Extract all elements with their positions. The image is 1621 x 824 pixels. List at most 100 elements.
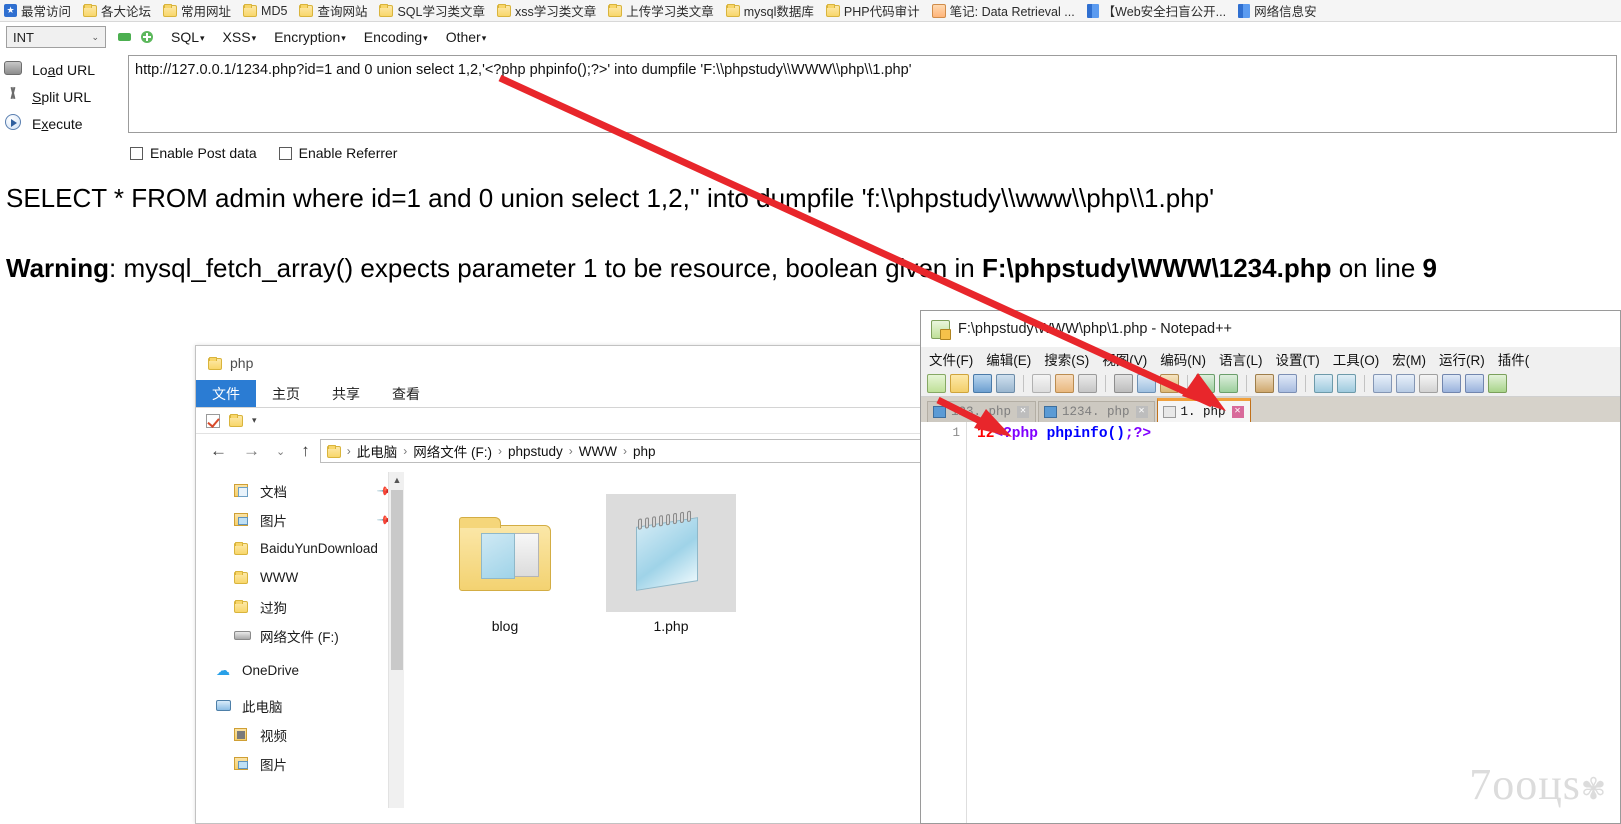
paste-icon[interactable] [1160,374,1179,393]
nav-item-onedrive[interactable]: ☁ OneDrive [196,656,404,685]
properties-icon[interactable] [206,413,220,428]
nav-item-guogou[interactable]: 过狗 [196,592,404,621]
scroll-up-icon[interactable]: ▲ [389,472,405,488]
nav-item-videos[interactable]: 视频 [196,720,404,749]
menu-encryption[interactable]: Encryption▾ [274,29,346,45]
ribbon-tab-share[interactable]: 共享 [316,380,376,407]
breadcrumb-item-0[interactable]: 此电脑 [357,441,398,461]
nav-pane-scrollbar[interactable]: ▲ [388,472,404,808]
menu-file[interactable]: 文件(F) [929,349,973,369]
breadcrumb-item-1[interactable]: 网络文件 (F:) [413,441,492,461]
sync-scroll-v-icon[interactable] [1373,374,1392,393]
bookmark-item[interactable]: ★ 最常访问 [4,1,71,21]
new-folder-icon[interactable] [229,414,243,427]
nav-item-documents[interactable]: 文档 📌 [196,476,404,505]
editor-tab-123php[interactable]: 123. php ✕ [927,401,1037,422]
enable-post-data-checkbox[interactable]: Enable Post data [130,145,257,161]
menu-edit[interactable]: 编辑(E) [986,349,1031,369]
print-icon[interactable] [1078,374,1097,393]
menu-search[interactable]: 搜索(S) [1044,349,1089,369]
nav-item-pictures[interactable]: 图片 📌 [196,505,404,534]
bookmark-item[interactable]: 各大论坛 [83,1,151,21]
breadcrumb-item-4[interactable]: php [633,444,656,459]
sql-echo-line: SELECT * FROM admin where id=1 and 0 uni… [6,183,1215,213]
close-icon[interactable]: ✕ [1135,406,1148,418]
new-file-icon[interactable] [927,374,946,393]
bookmark-item[interactable]: 常用网址 [163,1,231,21]
find-icon[interactable] [1255,374,1274,393]
menu-run[interactable]: 运行(R) [1439,349,1485,369]
cut-icon[interactable] [1114,374,1133,393]
bookmark-item[interactable]: mysql数据库 [725,1,814,21]
bookmark-item[interactable]: 网络信息安 [1238,1,1317,21]
menu-plugins[interactable]: 插件( [1498,349,1530,369]
menu-xss[interactable]: XSS▾ [223,29,257,45]
file-item-1php[interactable]: 1.php [606,494,736,808]
menu-sql[interactable]: SQL▾ [171,29,205,45]
menu-encoding[interactable]: 编码(N) [1160,349,1206,369]
up-button[interactable]: ↑ [301,441,310,461]
editor-tab-1php[interactable]: 1. php ✕ [1156,398,1251,422]
file-item-blog[interactable]: blog [440,494,570,808]
execute-button[interactable]: Execute [0,110,128,137]
bookmark-item[interactable]: MD5 [243,1,287,21]
chevron-down-icon[interactable]: ▾ [252,415,257,426]
type-select[interactable]: INT ⌄ [6,26,106,48]
bookmark-item[interactable]: 笔记: Data Retrieval ... [931,1,1075,21]
save-all-icon[interactable] [996,374,1015,393]
enable-referrer-checkbox[interactable]: Enable Referrer [278,145,397,161]
bookmark-item[interactable]: xss学习类文章 [496,1,596,21]
bookmark-item[interactable]: 查询网站 [299,1,367,21]
menu-tools[interactable]: 工具(O) [1333,349,1380,369]
back-button[interactable]: ← [210,441,227,461]
redo-icon[interactable] [1219,374,1238,393]
nav-item-network-drive-f[interactable]: 网络文件 (F:) [196,621,404,650]
menu-language[interactable]: 语言(L) [1219,349,1263,369]
scrollbar-thumb[interactable] [391,490,403,670]
menu-encoding[interactable]: Encoding▾ [364,29,428,45]
menu-macro[interactable]: 宏(M) [1392,349,1426,369]
remove-button[interactable] [118,33,131,41]
zoom-in-icon[interactable] [1314,374,1333,393]
word-wrap-icon[interactable] [1419,374,1438,393]
nav-item-pictures-2[interactable]: 图片 [196,749,404,778]
breadcrumb-item-3[interactable]: WWW [579,444,617,459]
editor-tab-1234php[interactable]: 1234. php ✕ [1038,401,1155,422]
breadcrumb[interactable]: › 此电脑 › 网络文件 (F:) › phpstudy › WWW › php [319,439,926,463]
menu-view[interactable]: 视图(V) [1102,349,1147,369]
breadcrumb-item-2[interactable]: phpstudy [508,444,563,459]
close-all-icon[interactable] [1055,374,1074,393]
split-url-button[interactable]: Split URL [0,83,128,110]
nav-item-baiduyundownload[interactable]: BaiduYunDownload [196,534,404,563]
ribbon-tab-file[interactable]: 文件 [196,380,256,407]
close-icon[interactable]: ✕ [1017,406,1030,418]
copy-icon[interactable] [1137,374,1156,393]
user-defined-lang-icon[interactable] [1488,374,1507,393]
forward-button[interactable]: → [243,441,260,461]
add-button[interactable] [141,31,153,43]
open-file-icon[interactable] [950,374,969,393]
bookmark-item[interactable]: PHP代码审计 [825,1,920,21]
bookmark-item[interactable]: SQL学习类文章 [379,1,485,21]
bookmark-item[interactable]: 【Web安全扫盲公开... [1086,1,1226,21]
close-icon[interactable]: ✕ [1231,405,1244,418]
ribbon-tab-view-label: 查看 [392,385,420,402]
sync-scroll-h-icon[interactable] [1396,374,1415,393]
indent-guide-icon[interactable] [1465,374,1484,393]
url-input[interactable]: http://127.0.0.1/1234.php?id=1 and 0 uni… [128,55,1617,133]
close-file-icon[interactable] [1032,374,1051,393]
menu-settings[interactable]: 设置(T) [1276,349,1320,369]
undo-icon[interactable] [1196,374,1215,393]
menu-other[interactable]: Other▾ [446,29,487,45]
nav-item-this-pc[interactable]: 此电脑 [196,691,404,720]
replace-icon[interactable] [1278,374,1297,393]
recent-locations-icon[interactable]: ⌄ [276,445,285,458]
ribbon-tab-view[interactable]: 查看 [376,380,436,407]
ribbon-tab-home[interactable]: 主页 [256,380,316,407]
save-icon[interactable] [973,374,992,393]
load-url-button[interactable]: Load URL [0,56,128,83]
bookmark-item[interactable]: 上传学习类文章 [608,1,714,21]
nav-item-www[interactable]: WWW [196,563,404,592]
zoom-out-icon[interactable] [1337,374,1356,393]
show-all-chars-icon[interactable] [1442,374,1461,393]
